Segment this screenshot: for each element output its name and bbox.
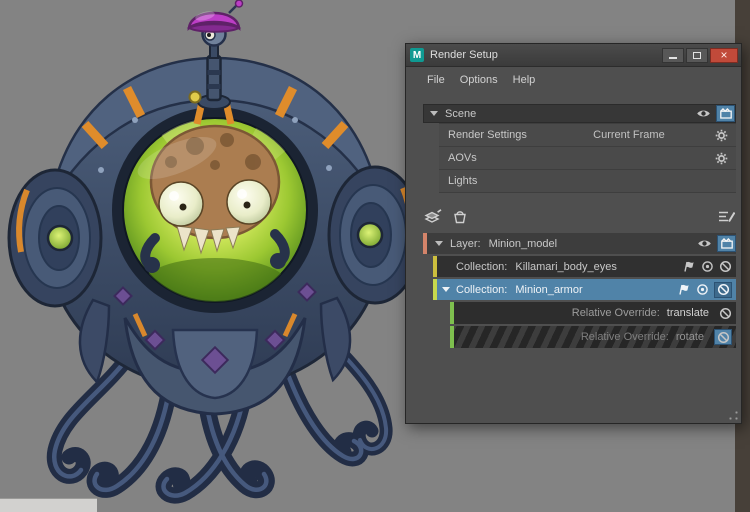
override-row-translate[interactable]: Relative Override: translate: [450, 302, 736, 324]
render-setup-window: M Render Setup × File Options Help Scene: [405, 43, 742, 424]
layer-toolbar: [423, 206, 736, 228]
viewport-bottom-edge: [0, 498, 97, 512]
scene-visibility-eye-icon[interactable]: [696, 108, 711, 119]
override-name: rotate: [675, 331, 704, 343]
layer-renderable-toggle[interactable]: [717, 235, 736, 252]
title-bar[interactable]: M Render Setup ×: [406, 44, 741, 67]
clapperboard-icon: [721, 238, 733, 249]
override-color-stripe: [450, 302, 454, 324]
material-override-icon[interactable]: [678, 284, 691, 295]
collection-name: Minion_armor: [515, 283, 583, 296]
aovs-gear-icon[interactable]: [715, 152, 728, 165]
render-settings-value: Current Frame: [593, 129, 665, 141]
collection-prefix: Collection:: [456, 283, 508, 296]
lights-label: Lights: [448, 175, 478, 187]
render-setup-content: Scene Render Settings Current Frame AOVs: [423, 104, 736, 348]
resize-grip[interactable]: [729, 411, 738, 420]
close-button[interactable]: ×: [710, 47, 738, 63]
collection-expand-arrow-icon[interactable]: [442, 287, 450, 292]
menu-help[interactable]: Help: [513, 74, 536, 86]
create-collection-button[interactable]: [450, 207, 470, 227]
render-settings-row[interactable]: Render Settings Current Frame: [439, 124, 736, 147]
menu-file[interactable]: File: [427, 74, 445, 86]
window-title: Render Setup: [430, 49, 498, 61]
collection-color-stripe: [433, 279, 437, 300]
collection-row-minion-armor[interactable]: Collection: Minion_armor: [433, 279, 736, 300]
override-prefix: Relative Override:: [580, 331, 669, 343]
collection-prefix: Collection:: [456, 260, 508, 273]
disable-collection-icon[interactable]: [714, 281, 732, 298]
clapperboard-icon: [720, 108, 732, 119]
minimize-icon: [669, 56, 677, 59]
maximize-icon: [693, 51, 701, 59]
menu-options[interactable]: Options: [460, 74, 498, 86]
scene-renderable-toggle[interactable]: [716, 105, 735, 122]
collapse-all-icon: [718, 211, 735, 223]
collection-name: Killamari_body_eyes: [515, 260, 617, 273]
chevron-down-icon[interactable]: [430, 111, 438, 116]
menu-bar: File Options Help: [406, 67, 741, 93]
scene-label: Scene: [445, 107, 477, 120]
disable-override-icon[interactable]: [714, 329, 732, 345]
collapse-all-button[interactable]: [716, 207, 736, 227]
aovs-label: AOVs: [448, 152, 477, 164]
aovs-row[interactable]: AOVs: [439, 147, 736, 170]
minimize-button[interactable]: [662, 47, 684, 63]
lights-row[interactable]: Lights: [439, 170, 736, 193]
create-layer-icon: [424, 209, 442, 223]
layer-name: Minion_model: [488, 237, 558, 250]
maya-logo-icon: M: [410, 48, 424, 62]
collection-color-stripe: [433, 256, 437, 277]
layer-prefix: Layer:: [450, 237, 481, 250]
material-override-icon[interactable]: [683, 261, 696, 272]
layer-visibility-eye-icon[interactable]: [697, 238, 712, 249]
override-color-stripe: [450, 326, 454, 348]
layer-color-stripe: [423, 233, 427, 254]
isolate-select-icon[interactable]: [701, 260, 714, 273]
create-layer-button[interactable]: [423, 207, 443, 227]
override-prefix: Relative Override:: [571, 307, 660, 319]
scene-header[interactable]: Scene: [423, 104, 736, 123]
create-collection-icon: [454, 211, 466, 224]
layer-expand-arrow-icon[interactable]: [435, 241, 443, 246]
collection-row-killamari-body-eyes[interactable]: Collection: Killamari_body_eyes: [433, 256, 736, 277]
render-settings-label: Render Settings: [448, 129, 527, 141]
override-name: translate: [666, 307, 709, 319]
maximize-button[interactable]: [686, 47, 708, 63]
disable-collection-icon[interactable]: [719, 260, 732, 273]
layer-row-minion-model[interactable]: Layer: Minion_model: [423, 233, 736, 254]
disable-override-icon[interactable]: [719, 307, 732, 320]
override-row-rotate[interactable]: Relative Override: rotate: [450, 326, 736, 348]
minion-creature-render: [7, 0, 423, 504]
isolate-select-icon[interactable]: [696, 283, 709, 296]
